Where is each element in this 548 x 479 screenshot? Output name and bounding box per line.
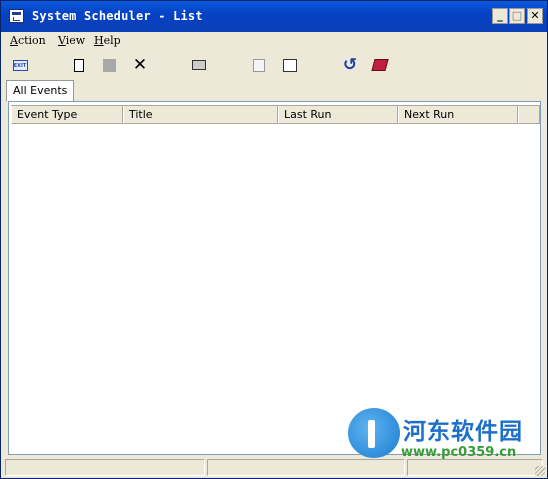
column-header-event-type[interactable]: Event Type <box>11 106 123 124</box>
column-header-filler <box>518 106 540 124</box>
refresh-icon: ↺ <box>342 55 358 75</box>
new-event-button[interactable] <box>68 55 90 75</box>
event-list[interactable]: Event Type Title Last Run Next Run <box>11 105 540 453</box>
app-icon[interactable] <box>9 9 24 23</box>
new-document-icon <box>74 58 84 72</box>
close-button[interactable]: ✕ <box>527 8 543 24</box>
minimize-button[interactable]: _ <box>492 8 508 24</box>
edit-icon <box>253 58 265 72</box>
watermark-text: 河东软件园 <box>403 419 523 445</box>
menu-view[interactable]: View <box>58 34 85 47</box>
column-header-last-run[interactable]: Last Run <box>278 106 398 124</box>
help-book-icon <box>371 59 389 71</box>
status-pane-3 <box>407 459 543 476</box>
status-bar <box>1 457 547 478</box>
maximize-button[interactable]: □ <box>509 8 525 24</box>
main-window: System Scheduler - List _ □ ✕ Action Vie… <box>0 0 548 479</box>
print-icon <box>192 60 206 70</box>
toolbar: EXIT ✕ ↺ <box>1 53 547 77</box>
resize-grip[interactable] <box>535 466 545 476</box>
stop-icon <box>102 58 116 72</box>
exit-button[interactable]: EXIT <box>9 55 31 75</box>
stop-button[interactable] <box>98 55 120 75</box>
exit-icon: EXIT <box>12 59 28 71</box>
refresh-button[interactable]: ↺ <box>339 55 361 75</box>
delete-button[interactable]: ✕ <box>129 55 151 75</box>
column-header-next-run[interactable]: Next Run <box>398 106 518 124</box>
status-pane-2 <box>207 459 405 476</box>
menu-help[interactable]: Help <box>94 34 121 47</box>
help-button[interactable] <box>369 55 391 75</box>
menu-action[interactable]: Action <box>10 34 46 47</box>
watermark-logo-icon <box>348 408 400 458</box>
edit-button[interactable] <box>248 55 270 75</box>
properties-button[interactable] <box>279 55 301 75</box>
window-title: System Scheduler - List <box>32 9 203 23</box>
column-header-title[interactable]: Title <box>123 106 278 124</box>
title-bar[interactable]: System Scheduler - List _ □ ✕ <box>1 1 547 32</box>
status-pane-1 <box>5 459 205 476</box>
properties-icon <box>283 58 297 72</box>
delete-icon: ✕ <box>132 54 148 75</box>
menu-bar: Action View Help <box>1 32 547 51</box>
print-button[interactable] <box>188 55 210 75</box>
tab-all-events[interactable]: All Events <box>6 80 75 101</box>
tab-panel: Event Type Title Last Run Next Run <box>8 101 541 455</box>
